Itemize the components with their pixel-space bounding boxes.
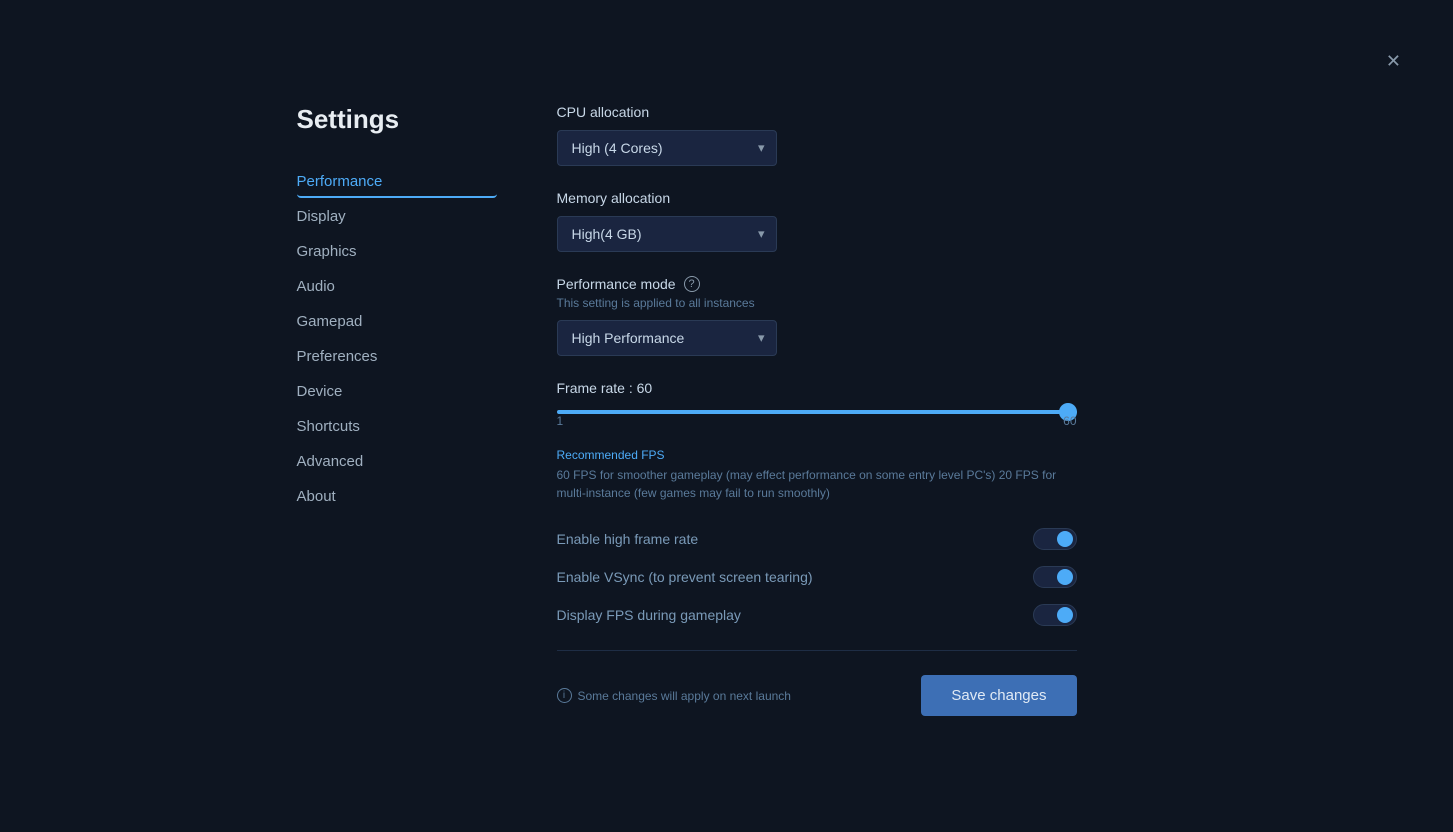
toggle-display-fps[interactable] xyxy=(1033,604,1077,626)
recommended-fps-title: Recommended FPS xyxy=(557,448,1157,462)
help-icon[interactable]: ? xyxy=(684,276,700,292)
performance-mode-wrapper: High Performance Balanced Power Saver xyxy=(557,320,777,356)
toggle-slider-high-frame-rate xyxy=(1033,528,1077,550)
info-icon: i xyxy=(557,688,572,703)
toggle-vsync[interactable] xyxy=(1033,566,1077,588)
sidebar-item-preferences[interactable]: Preferences xyxy=(297,340,497,373)
memory-allocation-select[interactable]: High(4 GB) Low (1 GB) Medium (2 GB) Ultr… xyxy=(557,216,777,252)
sidebar-item-display[interactable]: Display xyxy=(297,200,497,233)
sidebar-item-gamepad[interactable]: Gamepad xyxy=(297,305,497,338)
recommended-fps-text: 60 FPS for smoother gameplay (may effect… xyxy=(557,466,1077,502)
toggle-slider-display-fps xyxy=(1033,604,1077,626)
memory-allocation-section: Memory allocation High(4 GB) Low (1 GB) … xyxy=(557,190,1157,252)
sidebar-item-advanced[interactable]: Advanced xyxy=(297,445,497,478)
footer-note: i Some changes will apply on next launch xyxy=(557,688,791,703)
save-button[interactable]: Save changes xyxy=(921,675,1076,716)
frame-rate-slider[interactable] xyxy=(557,410,1077,414)
sidebar-item-graphics[interactable]: Graphics xyxy=(297,235,497,268)
settings-title: Settings xyxy=(297,104,497,135)
slider-max-label: 60 xyxy=(1063,414,1076,428)
settings-container: Settings Performance Display Graphics Au… xyxy=(297,96,1157,736)
slider-min-label: 1 xyxy=(557,414,564,428)
sidebar-item-about[interactable]: About xyxy=(297,480,497,513)
toggle-label-high-frame-rate: Enable high frame rate xyxy=(557,531,699,547)
sidebar-item-audio[interactable]: Audio xyxy=(297,270,497,303)
recommended-fps-section: Recommended FPS 60 FPS for smoother game… xyxy=(557,448,1157,502)
main-content: CPU allocation High (4 Cores) Low (1 Cor… xyxy=(497,96,1157,736)
cpu-allocation-label: CPU allocation xyxy=(557,104,1157,120)
sidebar-item-performance[interactable]: Performance xyxy=(297,165,497,198)
sidebar: Settings Performance Display Graphics Au… xyxy=(297,96,497,736)
sidebar-nav: Performance Display Graphics Audio Gamep… xyxy=(297,165,497,513)
performance-mode-subtext: This setting is applied to all instances xyxy=(557,296,1157,310)
cpu-allocation-select[interactable]: High (4 Cores) Low (1 Core) Medium (2 Co… xyxy=(557,130,777,166)
performance-mode-label: Performance mode xyxy=(557,276,676,292)
memory-allocation-label: Memory allocation xyxy=(557,190,1157,206)
footer: i Some changes will apply on next launch… xyxy=(557,650,1077,716)
performance-mode-select[interactable]: High Performance Balanced Power Saver xyxy=(557,320,777,356)
frame-rate-label: Frame rate : 60 xyxy=(557,380,1157,396)
memory-allocation-wrapper: High(4 GB) Low (1 GB) Medium (2 GB) Ultr… xyxy=(557,216,777,252)
sidebar-item-shortcuts[interactable]: Shortcuts xyxy=(297,410,497,443)
modal-overlay: ✕ Settings Performance Display Graphics … xyxy=(0,0,1453,832)
toggle-slider-vsync xyxy=(1033,566,1077,588)
performance-mode-header: Performance mode ? xyxy=(557,276,1157,292)
cpu-allocation-wrapper: High (4 Cores) Low (1 Core) Medium (2 Co… xyxy=(557,130,777,166)
toggle-row-display-fps: Display FPS during gameplay xyxy=(557,596,1077,634)
toggle-row-vsync: Enable VSync (to prevent screen tearing) xyxy=(557,558,1077,596)
sidebar-item-device[interactable]: Device xyxy=(297,375,497,408)
footer-note-text: Some changes will apply on next launch xyxy=(578,689,791,703)
close-button[interactable]: ✕ xyxy=(1386,52,1401,70)
frame-rate-section: Frame rate : 60 1 60 xyxy=(557,380,1157,428)
toggle-high-frame-rate[interactable] xyxy=(1033,528,1077,550)
toggle-label-vsync: Enable VSync (to prevent screen tearing) xyxy=(557,569,813,585)
toggle-label-display-fps: Display FPS during gameplay xyxy=(557,607,741,623)
slider-container: 1 60 xyxy=(557,410,1077,428)
performance-mode-section: Performance mode ? This setting is appli… xyxy=(557,276,1157,356)
cpu-allocation-section: CPU allocation High (4 Cores) Low (1 Cor… xyxy=(557,104,1157,166)
toggle-row-high-frame-rate: Enable high frame rate xyxy=(557,520,1077,558)
